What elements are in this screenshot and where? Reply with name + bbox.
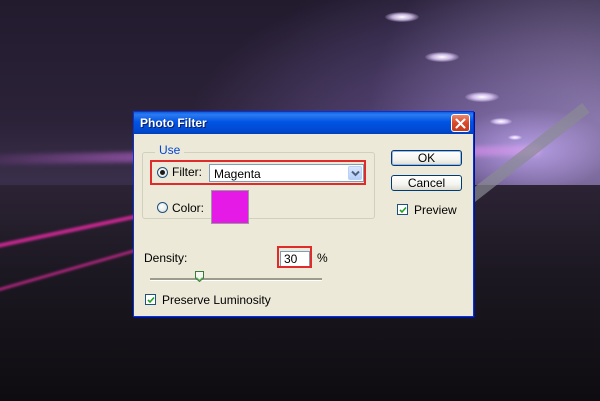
cancel-button[interactable]: Cancel <box>391 175 462 191</box>
density-unit: % <box>317 251 328 265</box>
density-label: Density: <box>144 251 188 265</box>
preserve-luminosity-checkbox[interactable] <box>145 294 156 305</box>
preview-label: Preview <box>414 203 457 217</box>
title-bar[interactable]: Photo Filter <box>134 112 473 134</box>
tunnel-light <box>425 52 459 62</box>
ok-button[interactable]: OK <box>391 150 462 166</box>
close-icon <box>455 118 466 129</box>
preserve-luminosity-label: Preserve Luminosity <box>162 293 271 307</box>
color-label: Color: <box>172 201 205 215</box>
density-highlight-box <box>277 246 312 268</box>
tunnel-light <box>465 92 499 102</box>
tunnel-light <box>385 12 419 22</box>
close-button[interactable] <box>451 114 470 132</box>
tunnel-light <box>490 118 512 125</box>
preview-checkbox[interactable] <box>397 204 408 215</box>
use-group-label: Use <box>155 143 185 157</box>
tunnel-light <box>508 135 522 140</box>
color-swatch[interactable] <box>211 190 249 224</box>
color-radio[interactable] <box>157 202 168 213</box>
filter-highlight-box <box>150 160 366 185</box>
photo-filter-dialog: Photo Filter Use Filter: Magenta Color: … <box>133 111 474 317</box>
dialog-title: Photo Filter <box>140 116 207 130</box>
checkmark-icon <box>147 296 155 304</box>
density-slider-track[interactable] <box>150 278 322 281</box>
checkmark-icon <box>399 206 407 214</box>
slider-thumb-icon[interactable] <box>195 271 204 282</box>
